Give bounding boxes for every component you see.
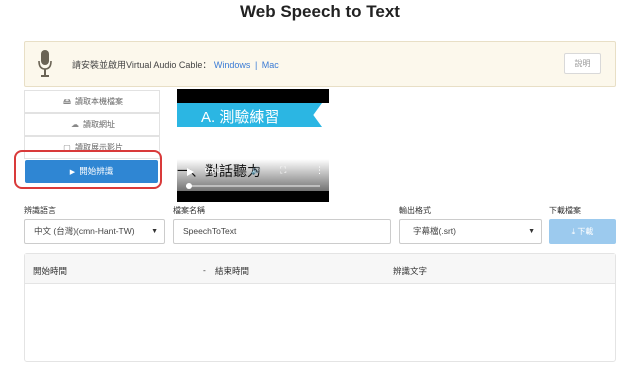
notice-text-line: 請安裝並啟用Virtual Audio Cable： Windows | Mac: [72, 58, 279, 71]
screen-icon: ▢: [63, 143, 71, 152]
windows-link[interactable]: Windows: [214, 60, 251, 70]
column-end-time: 結束時間: [215, 266, 250, 276]
source-item-label: 讀取網址: [83, 120, 115, 129]
column-dash: -: [203, 265, 206, 275]
column-start-time: 開始時間: [33, 266, 68, 276]
column-recognized-text: 辨識文字: [393, 266, 428, 276]
cloud-icon: ☁: [71, 120, 79, 129]
fullscreen-icon[interactable]: ⛶: [280, 165, 286, 176]
source-item-demo-video[interactable]: ▢ 讀取展示影片: [24, 136, 160, 159]
download-label: 下載檔案: [549, 206, 581, 215]
source-item-local-file[interactable]: 🖴 讀取本機檔案: [24, 90, 160, 113]
language-value: 中文 (台灣)(cmn-Hant-TW): [34, 226, 135, 236]
filename-label: 檔案名稱: [173, 206, 205, 215]
video-time: 0:00: [205, 166, 221, 175]
video-player[interactable]: A. 測驗練習 一、對話聽力 0:00 🔊 ⛶ ⋮: [177, 89, 329, 202]
link-separator: |: [254, 60, 258, 70]
monitor-icon: 🖴: [62, 97, 72, 106]
results-table: 開始時間 - 結束時間 辨識文字: [24, 253, 616, 362]
volume-icon[interactable]: 🔊: [251, 166, 261, 175]
source-item-label: 讀取展示影片: [75, 143, 123, 152]
download-button-label: 下載: [577, 227, 594, 236]
audio-cable-notice: 請安裝並啟用Virtual Audio Cable： Windows | Mac…: [24, 41, 616, 87]
video-progress-track[interactable]: [186, 185, 320, 187]
language-select[interactable]: 中文 (台灣)(cmn-Hant-TW) ▼: [24, 219, 165, 244]
more-options-icon[interactable]: ⋮: [315, 165, 324, 176]
mac-link[interactable]: Mac: [262, 60, 279, 70]
caret-down-icon: ▼: [528, 228, 535, 235]
ribbon-text: A. 測驗練習: [201, 109, 280, 126]
format-value: 字幕檔(.srt): [413, 226, 456, 236]
microphone-icon: [38, 50, 52, 77]
notice-text: 請安裝並啟用Virtual Audio Cable：: [72, 60, 212, 70]
video-progress-thumb[interactable]: [186, 183, 192, 189]
caret-down-icon: ▼: [151, 228, 158, 235]
format-label: 輸出格式: [399, 206, 431, 215]
video-play-icon[interactable]: [187, 168, 194, 176]
format-select[interactable]: 字幕檔(.srt) ▼: [399, 219, 542, 244]
play-icon: ▶: [69, 169, 76, 176]
filename-value: SpeechToText: [183, 226, 237, 236]
table-header: 開始時間 - 結束時間 辨識文字: [25, 254, 615, 284]
page-title: Web Speech to Text: [240, 2, 400, 21]
start-recognition-button[interactable]: ▶ 開始辨識: [25, 160, 158, 183]
source-item-label: 讀取本機檔案: [75, 97, 123, 106]
download-icon: ⤓: [571, 227, 576, 236]
source-item-url[interactable]: ☁ 讀取網址: [24, 113, 160, 136]
start-button-label: 開始辨識: [79, 166, 114, 176]
explain-button[interactable]: 說明: [564, 53, 601, 74]
filename-input[interactable]: SpeechToText: [173, 219, 391, 244]
language-label: 辨識語言: [24, 206, 56, 215]
download-button[interactable]: ⤓ 下載: [549, 219, 616, 244]
